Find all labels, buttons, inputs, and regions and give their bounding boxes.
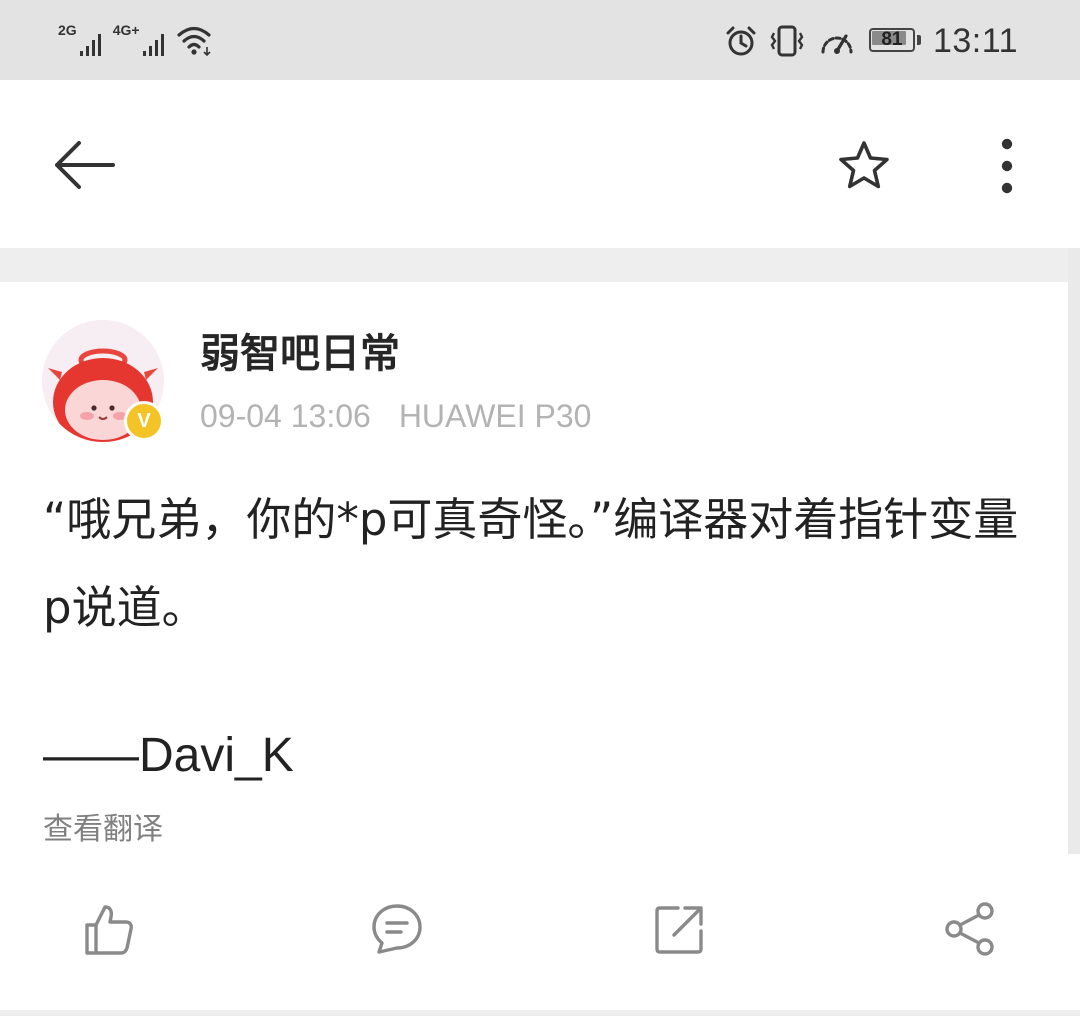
battery-level: 81 [881, 29, 903, 50]
back-arrow-icon [55, 141, 115, 189]
favorite-button[interactable] [830, 132, 898, 200]
post-date: 09-04 13:06 [200, 398, 371, 434]
alarm-icon [726, 26, 756, 56]
speed-icon [821, 34, 853, 54]
vibrate-icon [770, 25, 804, 57]
more-options-button[interactable] [985, 132, 1029, 200]
scroll-edge [1068, 248, 1080, 854]
verified-badge: V [124, 401, 164, 441]
post-signature: ——Davi_K [43, 729, 294, 782]
like-button[interactable] [72, 892, 146, 966]
wifi-icon [176, 26, 211, 57]
status-left: 2G 4G+ [58, 20, 216, 60]
clock: 13:11 [932, 21, 1018, 60]
status-right: 81 13:11 [725, 18, 1018, 64]
share-icon [945, 902, 994, 956]
network-4g-label: 4G+ [112, 22, 140, 38]
signal-icon [142, 34, 164, 56]
post-body: “哦兄弟，你的*p可真奇怪。”编译器对着指针变量p说道。 [43, 493, 1019, 634]
app-bar [0, 80, 1080, 248]
signal-icon [79, 34, 101, 56]
more-vertical-icon [1001, 138, 1013, 194]
network-4g: 4G+ [113, 23, 168, 57]
back-button[interactable] [46, 130, 122, 200]
post-meta: 09-04 13:06 HUAWEI P30 [200, 396, 591, 436]
network-2g: 2G [58, 23, 105, 57]
thumbs-up-icon [85, 905, 133, 955]
comment-button[interactable] [360, 892, 434, 966]
author-name[interactable]: 弱智吧日常 [200, 330, 400, 378]
status-bar: 2G 4G+ 81 13:11 [0, 0, 1080, 80]
share-button[interactable] [933, 892, 1007, 966]
repost-button[interactable] [643, 892, 717, 966]
view-translation-link[interactable]: 查看翻译 [43, 810, 163, 850]
bottom-divider [0, 1010, 1080, 1016]
star-icon [839, 141, 889, 189]
repost-icon [655, 906, 703, 954]
section-gap [0, 248, 1080, 282]
post-device: HUAWEI P30 [398, 398, 592, 434]
battery-icon: 81 [868, 28, 921, 54]
network-2g-label: 2G [58, 22, 77, 38]
comment-icon [372, 904, 422, 954]
